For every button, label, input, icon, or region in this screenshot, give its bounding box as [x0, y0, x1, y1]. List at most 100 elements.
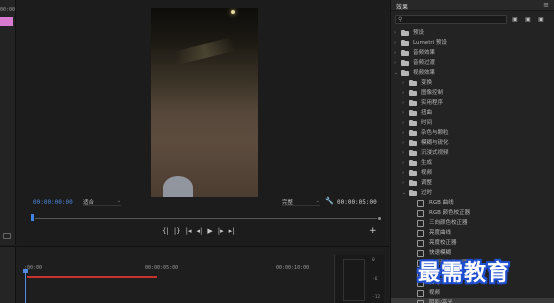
go-to-in-button[interactable]: |◂ — [186, 227, 192, 236]
chevron-right-icon[interactable]: › — [402, 118, 404, 128]
effect-item[interactable]: 阴影/高光 — [391, 298, 554, 303]
effect-item[interactable]: RGB 颜色校正器 — [391, 208, 554, 218]
chevron-right-icon[interactable]: › — [402, 128, 404, 138]
resolution-select[interactable]: 完整 ⌄ — [282, 198, 320, 206]
ruler-label: 00:00:05:00 — [145, 265, 179, 271]
folder-icon — [409, 190, 417, 196]
preset-folder-icon — [401, 40, 409, 46]
settings-icon[interactable] — [3, 233, 11, 239]
play-button[interactable]: ▶ — [207, 227, 212, 236]
monitor-scrubber[interactable] — [31, 214, 381, 224]
effect-icon — [417, 230, 424, 237]
chevron-right-icon[interactable]: › — [394, 28, 396, 38]
fit-select[interactable]: 适合 ⌄ — [83, 198, 121, 206]
left-panel: 00:00 — [0, 0, 16, 245]
monitor-controls-row: 00:00:00:00 适合 ⌄ 完整 ⌄ 🔧 00:00:05:00 — [17, 197, 388, 208]
tree-item-label: 杂色与颗粒 — [421, 130, 449, 136]
effect-item[interactable]: 亮度校正器 — [391, 238, 554, 248]
effects-folder-item[interactable]: › 生成 — [391, 158, 554, 168]
effects-folder-item[interactable]: › 时间 — [391, 118, 554, 128]
folder-icon — [401, 50, 409, 56]
timeline-playhead[interactable] — [23, 269, 28, 273]
effects-folder-item[interactable]: › 音频过渡 — [391, 58, 554, 68]
effects-search-input[interactable]: ⚲ — [395, 15, 507, 24]
road-reflection — [174, 36, 236, 66]
go-to-out-button[interactable]: ▸| — [229, 227, 235, 236]
chevron-right-icon[interactable]: › — [394, 48, 396, 58]
duration-timecode: 00:00:05:00 — [337, 199, 377, 206]
chevron-right-icon[interactable]: › — [402, 178, 404, 188]
effects-folder-item[interactable]: › 实用程序 — [391, 98, 554, 108]
panel-menu-icon[interactable]: ≡ — [543, 1, 549, 9]
effects-folder-item[interactable]: › 图像控制 — [391, 88, 554, 98]
playhead[interactable] — [31, 214, 34, 221]
effects-folder-item[interactable]: › 调整 — [391, 178, 554, 188]
chevron-down-icon[interactable]: ⌄ — [402, 188, 406, 198]
effect-item[interactable]: 亮度曲线 — [391, 228, 554, 238]
label-color-swatch[interactable] — [0, 17, 13, 26]
effects-folder-item[interactable]: › 沉浸式视频 — [391, 148, 554, 158]
effects-folder-item[interactable]: › 音频效果 — [391, 48, 554, 58]
chevron-right-icon[interactable]: › — [402, 88, 404, 98]
effect-item[interactable]: 三向颜色校正器 — [391, 218, 554, 228]
chevron-right-icon[interactable]: › — [394, 38, 396, 48]
chevron-right-icon[interactable]: › — [402, 98, 404, 108]
effect-icon — [417, 240, 424, 247]
folder-icon — [401, 70, 409, 76]
meter-label: -6 — [372, 277, 378, 282]
effects-folder-item[interactable]: › Lumetri 预设 — [391, 38, 554, 48]
mark-out-button[interactable]: |} — [174, 227, 181, 236]
chevron-right-icon[interactable]: › — [402, 138, 404, 148]
resolution-select-value: 完整 — [282, 200, 294, 206]
current-timecode[interactable]: 00:00:00:00 — [33, 199, 73, 206]
preset-folder-icon — [401, 30, 409, 36]
tree-item-label: 视频 — [429, 290, 441, 296]
street-light — [231, 10, 235, 14]
chevron-right-icon[interactable]: › — [394, 58, 396, 68]
tree-item-label: 实用程序 — [421, 100, 444, 106]
tree-item-label: RGB 曲线 — [429, 200, 454, 206]
chevron-right-icon[interactable]: › — [402, 108, 404, 118]
tree-item-label: RGB 颜色校正器 — [429, 210, 471, 216]
mark-in-button[interactable]: {| — [162, 227, 169, 236]
effects-folder-item[interactable]: › 预设 — [391, 28, 554, 38]
timeline-panel: :00:00 00:00:05:00 00:00:10:00 0 -6 -12 — [0, 246, 389, 303]
meter-bars — [343, 259, 365, 301]
effects-folder-item[interactable]: › 杂色与颗粒 — [391, 128, 554, 138]
effects-folder-item[interactable]: › 变换 — [391, 78, 554, 88]
timeline-playhead-line[interactable] — [25, 269, 26, 303]
32bit-effects-icon[interactable]: ▣ — [523, 15, 533, 24]
chevron-right-icon[interactable]: › — [402, 158, 404, 168]
transport-controls: {| |} |◂ ◂| ▶ |▸ ▸| — [162, 227, 235, 236]
chevron-down-icon[interactable]: ⌄ — [394, 68, 398, 78]
tree-item-label: 模糊与锐化 — [421, 140, 449, 146]
effect-item[interactable]: RGB 曲线 — [391, 198, 554, 208]
chevron-right-icon[interactable]: › — [402, 148, 404, 158]
fit-select-value: 适合 — [83, 200, 95, 206]
tree-item-label: 亮度校正器 — [429, 240, 457, 246]
scrubber-track[interactable] — [35, 218, 377, 219]
scrubber-end-handle[interactable] — [378, 217, 381, 220]
effects-folder-item[interactable]: › 模糊与锐化 — [391, 138, 554, 148]
effects-folder-item[interactable]: ⌄ 视频效果 — [391, 68, 554, 78]
folder-icon — [409, 170, 417, 176]
wrench-icon[interactable]: 🔧 — [325, 197, 334, 205]
effects-folder-item[interactable]: › 扭曲 — [391, 108, 554, 118]
add-button[interactable]: + — [369, 226, 377, 236]
effects-folder-item[interactable]: ⌄ 过时 — [391, 188, 554, 198]
effect-icon — [417, 200, 424, 207]
chevron-right-icon[interactable]: › — [402, 168, 404, 178]
step-forward-button[interactable]: |▸ — [218, 227, 224, 236]
yuv-effects-icon[interactable]: ▣ — [536, 15, 546, 24]
effects-folder-item[interactable]: › 视频 — [391, 168, 554, 178]
chevron-right-icon[interactable]: › — [402, 78, 404, 88]
tree-item-label: 音频过渡 — [413, 60, 436, 66]
meter-label: -12 — [372, 295, 381, 300]
effect-icon — [417, 220, 424, 227]
meter-label: 0 — [372, 258, 375, 263]
step-back-button[interactable]: ◂| — [197, 227, 203, 236]
effects-tab[interactable]: 效果 — [396, 2, 408, 11]
tree-item-label: 视频 — [421, 170, 433, 176]
accelerated-effects-icon[interactable]: ▣ — [510, 15, 520, 24]
effect-item[interactable]: 视频 — [391, 288, 554, 298]
